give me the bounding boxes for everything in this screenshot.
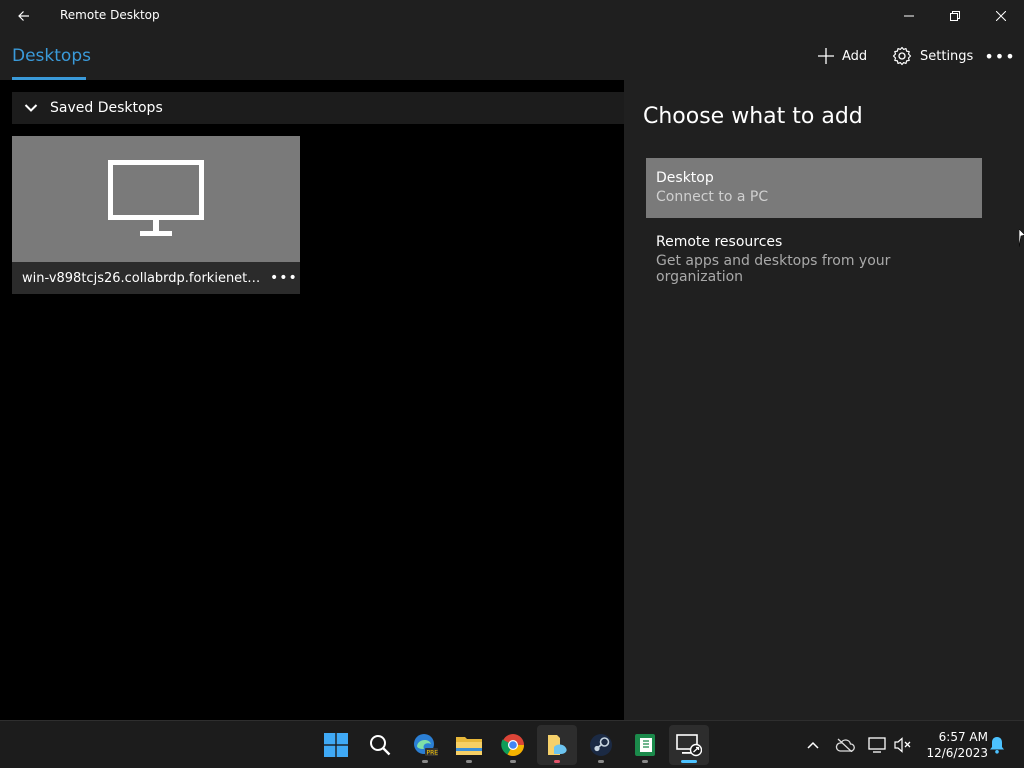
- edge-beta-icon: PRE: [414, 734, 439, 757]
- title-bar: Remote Desktop: [0, 0, 1024, 32]
- running-indicator: [510, 760, 516, 763]
- taskbar-file-explorer[interactable]: [449, 725, 489, 765]
- restore-icon: [950, 11, 960, 21]
- spreadsheet-icon: [635, 734, 655, 756]
- tab-desktops[interactable]: Desktops: [12, 46, 91, 66]
- restore-button[interactable]: [932, 0, 978, 32]
- desktop-more-button[interactable]: •••: [270, 270, 298, 286]
- bell-icon: [990, 737, 1004, 754]
- taskbar-remote-desktop[interactable]: [669, 725, 709, 765]
- close-button[interactable]: [978, 0, 1024, 32]
- window-title: Remote Desktop: [60, 8, 160, 22]
- group-label: Saved Desktops: [50, 100, 163, 116]
- desktop-tile-footer: win-v898tcjs26.collabrdp.forkienet.com •…: [12, 262, 300, 294]
- active-indicator: [681, 760, 697, 763]
- option-title: Remote resources: [656, 234, 783, 250]
- choose-what-to-add-panel: Choose what to add Desktop Connect to a …: [624, 80, 1024, 720]
- cloud-offline-icon: [835, 738, 855, 752]
- app-header: Desktops Add Settings •••: [0, 32, 1024, 80]
- file-explorer-icon: [456, 737, 482, 755]
- chevron-down-icon: [12, 92, 50, 124]
- monitor-icon: [108, 160, 204, 236]
- back-button[interactable]: [12, 6, 36, 26]
- running-indicator: [466, 760, 472, 763]
- chevron-up-icon: [807, 741, 819, 749]
- volume-muted-icon: [894, 737, 911, 753]
- network-icon: [868, 737, 886, 753]
- option-description: Get apps and desktops from your organiza…: [656, 253, 891, 285]
- onedrive-tray-button[interactable]: [834, 733, 856, 757]
- mouse-cursor-icon: [1019, 229, 1024, 247]
- svg-text:PRE: PRE: [427, 750, 439, 757]
- ellipsis-icon: •••: [984, 46, 1016, 66]
- volume-tray-button[interactable]: [892, 733, 914, 757]
- plus-icon: [818, 48, 834, 64]
- close-icon: [996, 11, 1006, 21]
- clock-date: 12/6/2023: [926, 746, 988, 760]
- taskbar-search-button[interactable]: [360, 725, 400, 765]
- running-indicator: [598, 760, 604, 763]
- steam-icon: [590, 734, 612, 756]
- taskbar-spreadsheet[interactable]: [625, 725, 665, 765]
- start-icon: [324, 733, 348, 757]
- gear-icon: [892, 46, 912, 66]
- search-icon: [370, 735, 391, 756]
- taskbar-clock[interactable]: 6:57 AM 12/6/2023: [918, 729, 988, 761]
- settings-button[interactable]: Settings: [892, 44, 973, 68]
- taskbar-chrome[interactable]: [493, 725, 533, 765]
- notifications-button[interactable]: [986, 733, 1008, 757]
- settings-label: Settings: [920, 48, 974, 64]
- taskbar-steam[interactable]: [581, 725, 621, 765]
- desktop-tile[interactable]: win-v898tcjs26.collabrdp.forkienet.com •…: [12, 136, 300, 294]
- panel-heading: Choose what to add: [643, 104, 863, 129]
- option-description: Connect to a PC: [656, 189, 769, 205]
- minimize-button[interactable]: [886, 0, 932, 32]
- running-indicator: [554, 760, 560, 763]
- minimize-icon: [904, 15, 914, 17]
- desktop-thumbnail: [12, 136, 300, 262]
- remote-desktop-icon: [676, 734, 702, 757]
- taskbar-files-app[interactable]: [537, 725, 577, 765]
- files-app-icon: [548, 735, 567, 755]
- taskbar: PRE 6:57 AM 12/6/2023: [0, 720, 1024, 768]
- more-options-button[interactable]: •••: [984, 44, 1016, 68]
- saved-desktops-group-header[interactable]: Saved Desktops: [12, 92, 624, 124]
- option-desktop[interactable]: Desktop Connect to a PC: [646, 158, 982, 218]
- clock-time: 6:57 AM: [938, 730, 988, 744]
- back-arrow-icon: [18, 11, 29, 21]
- desktop-name: win-v898tcjs26.collabrdp.forkienet.com: [22, 270, 262, 286]
- add-button[interactable]: Add: [818, 44, 867, 68]
- start-button[interactable]: [316, 725, 356, 765]
- network-tray-button[interactable]: [866, 733, 888, 757]
- add-label: Add: [842, 48, 868, 64]
- chrome-icon: [501, 734, 524, 756]
- option-title: Desktop: [656, 170, 714, 186]
- show-hidden-icons-button[interactable]: [802, 733, 824, 757]
- option-remote-resources[interactable]: Remote resources Get apps and desktops f…: [646, 222, 982, 285]
- desktops-list-area: Saved Desktops win-v898tcjs26.collabrdp.…: [0, 80, 624, 720]
- running-indicator: [422, 760, 428, 763]
- running-indicator: [642, 760, 648, 763]
- taskbar-edge-beta[interactable]: PRE: [405, 725, 445, 765]
